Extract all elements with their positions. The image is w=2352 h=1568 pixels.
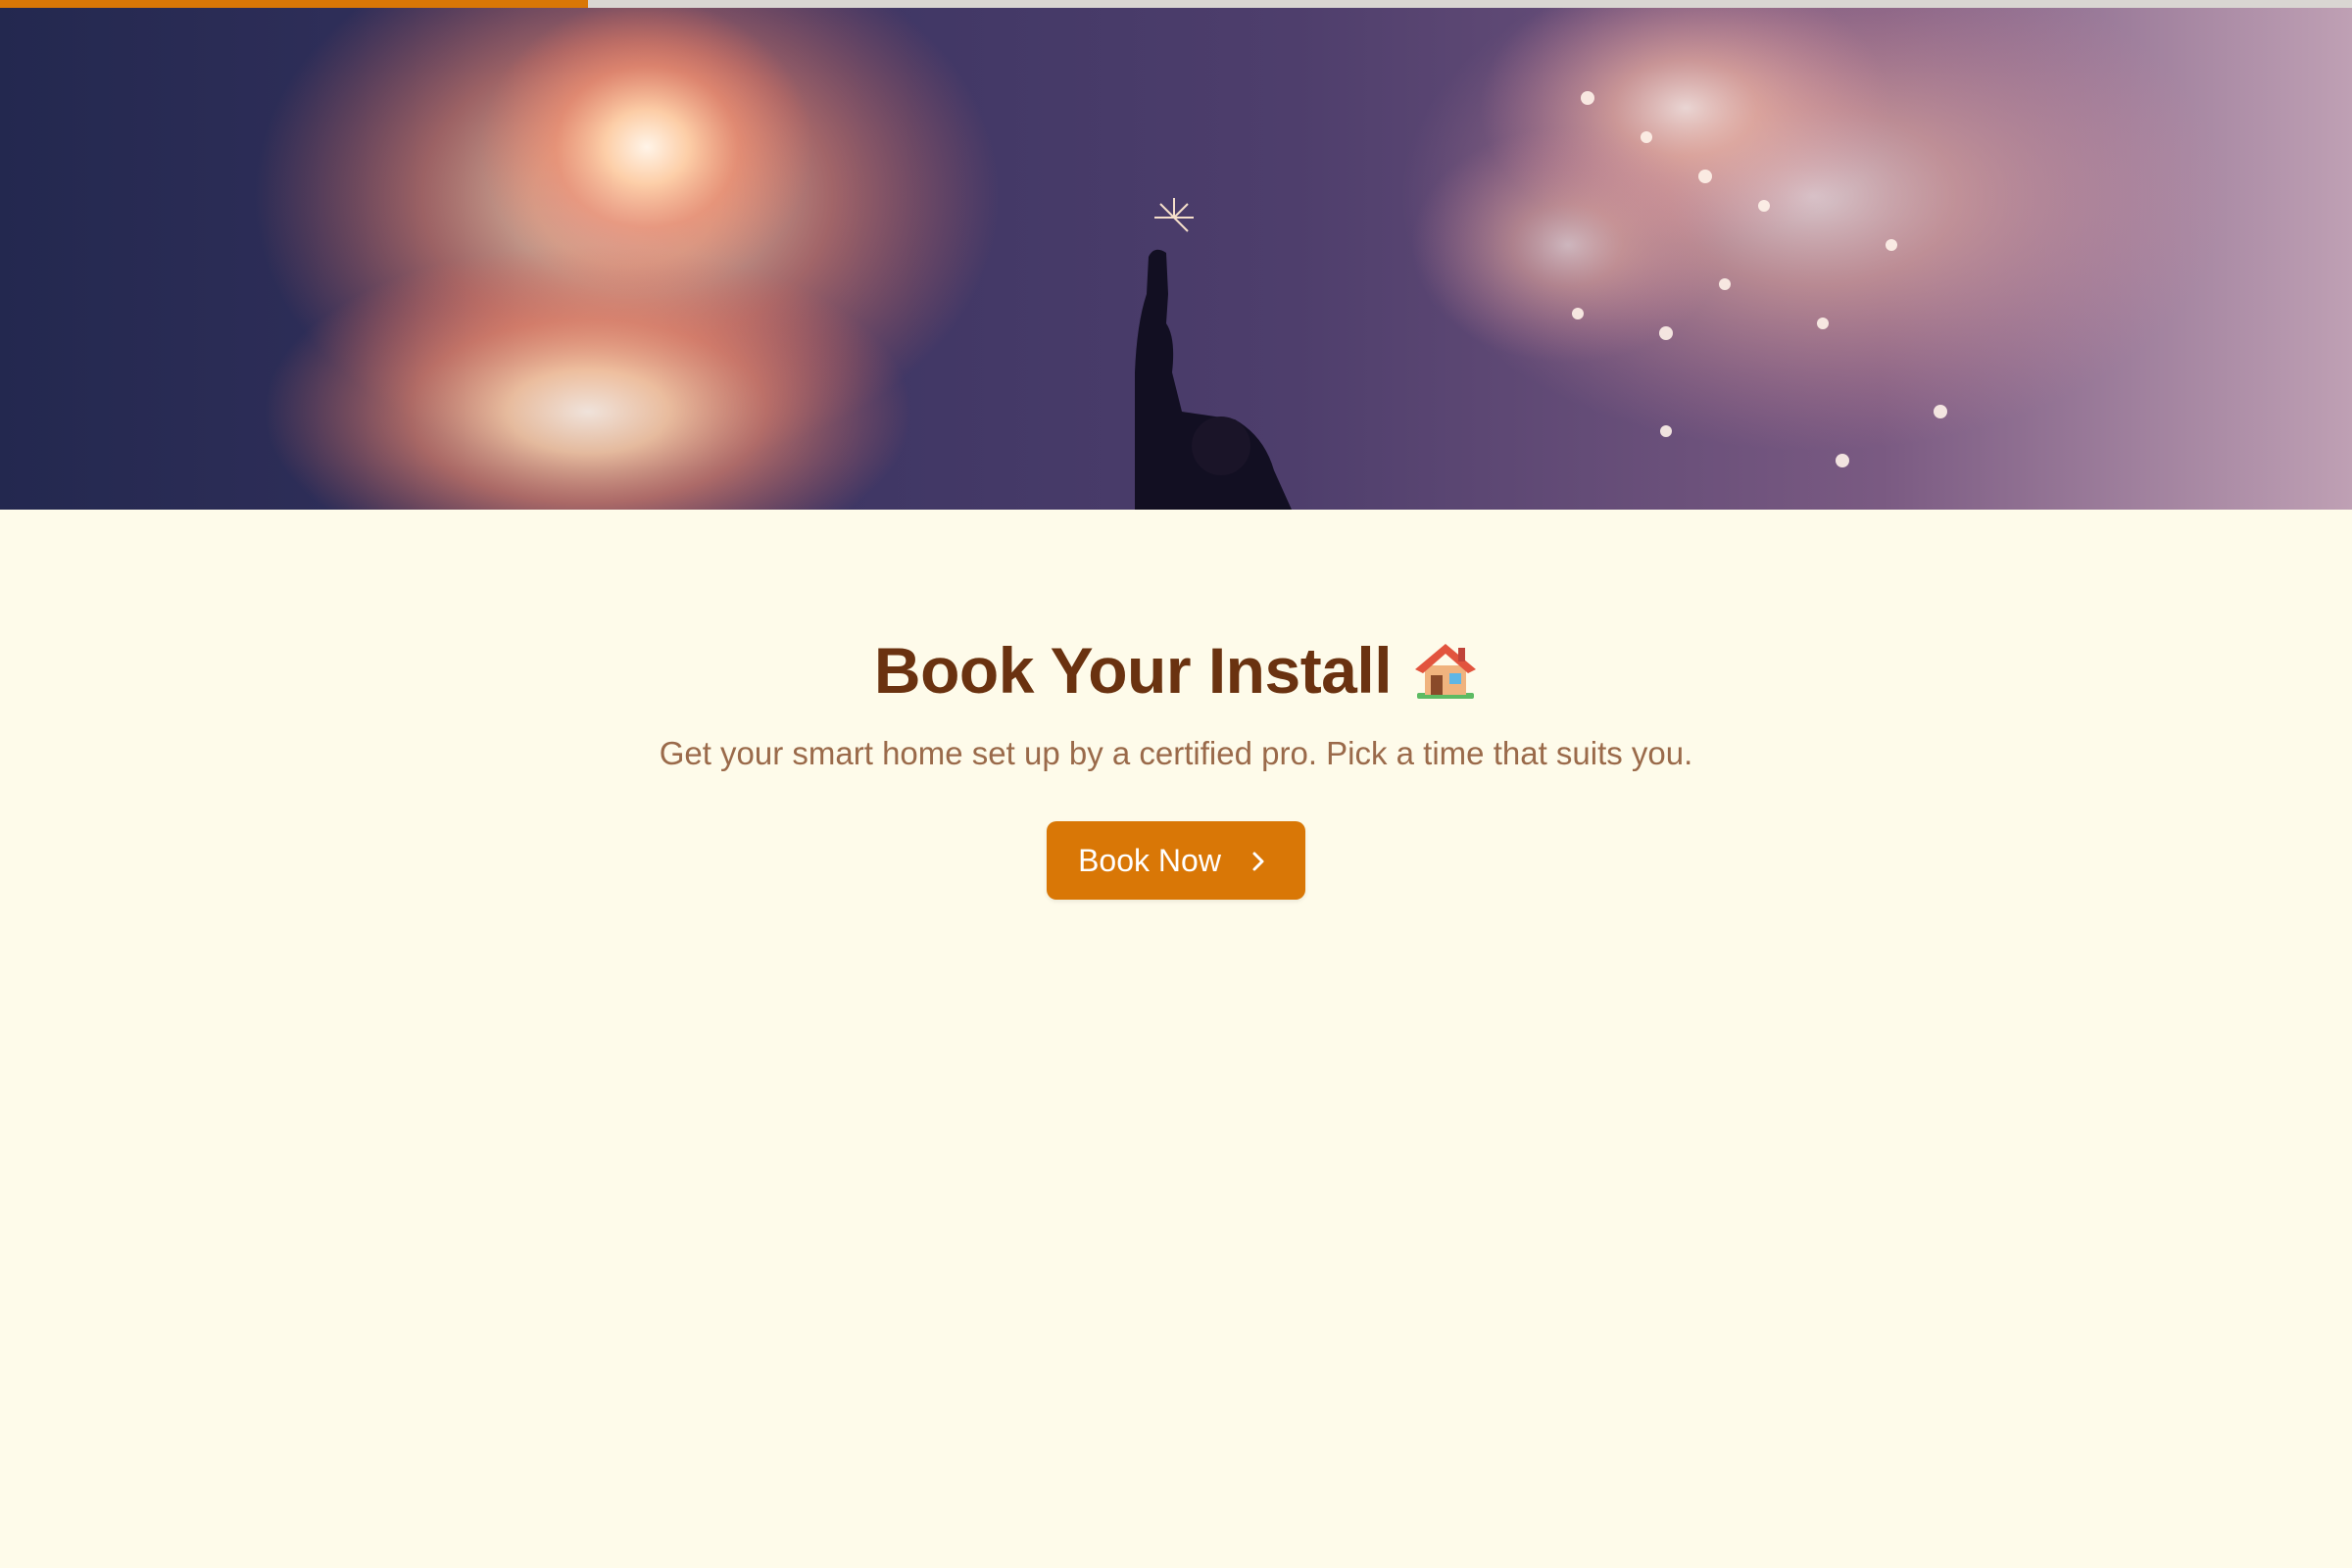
page-title: Book Your Install	[874, 633, 1478, 708]
chevron-right-icon	[1249, 847, 1268, 874]
progress-bar-fill	[0, 0, 588, 8]
page-subtitle: Get your smart home set up by a certifie…	[659, 735, 1693, 771]
book-now-label: Book Now	[1078, 842, 1221, 878]
book-now-button[interactable]: Book Now	[1047, 821, 1305, 900]
progress-bar	[0, 0, 2352, 8]
page-title-text: Book Your Install	[873, 634, 1393, 707]
fireworks-image	[255, 0, 2225, 510]
hero-image	[0, 0, 2352, 510]
house-icon	[1413, 640, 1478, 701]
booking-hero-content: Book Your Install Get your smart home se…	[0, 510, 2352, 900]
booking-page: Book Your Install Get your smart home se…	[0, 0, 2352, 1568]
